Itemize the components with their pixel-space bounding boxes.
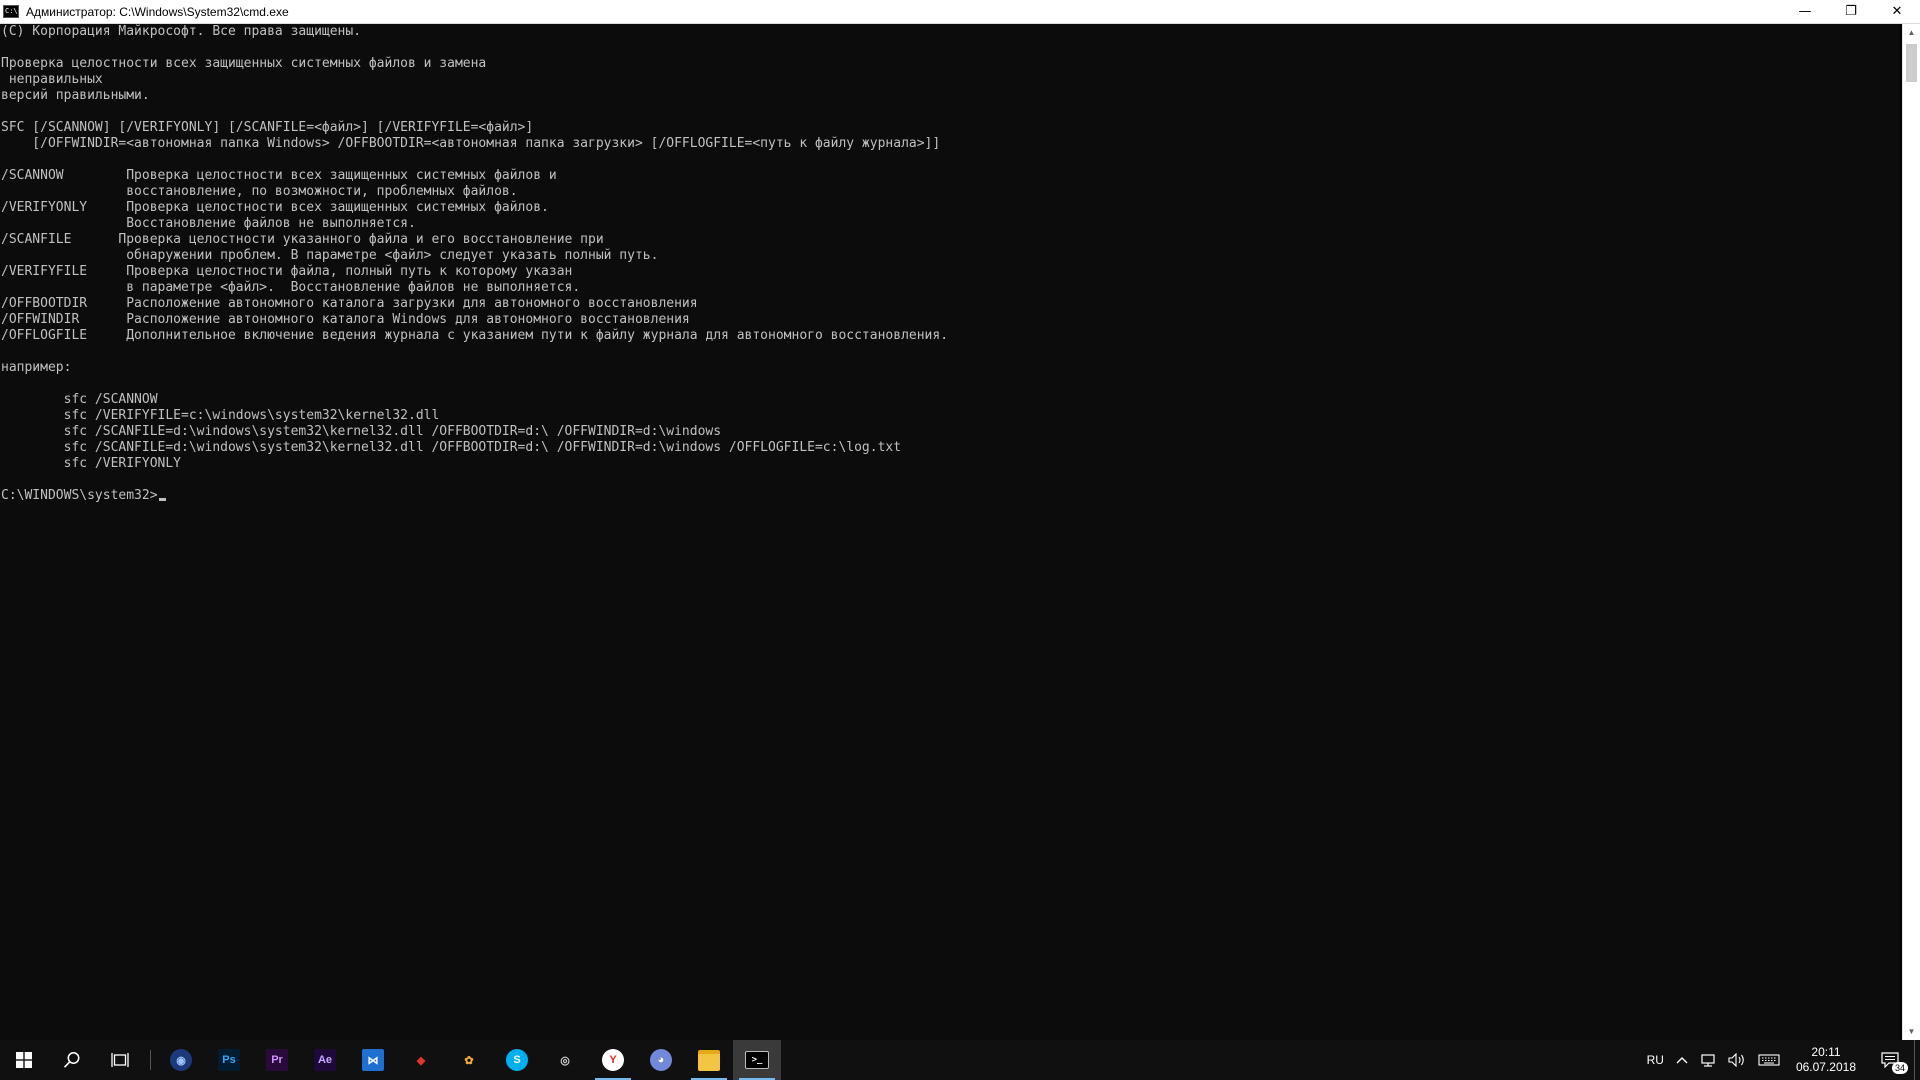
show-desktop-button[interactable] — [1914, 1040, 1920, 1080]
console-line: версий правильными. — [1, 88, 150, 103]
cmd-icon: >_ — [745, 1051, 769, 1069]
fl-studio-icon: ✿ — [458, 1049, 480, 1071]
cmd-app-icon: C:\ — [3, 5, 19, 18]
cinema4d-icon: ◉ — [170, 1049, 192, 1071]
task-view-icon — [111, 1053, 129, 1067]
taskbar-app-skype[interactable]: S — [493, 1040, 541, 1080]
console-line: /OFFBOOTDIR Расположение автономного кат… — [1, 296, 698, 311]
taskbar-app-photoshop[interactable]: Ps — [205, 1040, 253, 1080]
premiere-icon: Pr — [266, 1049, 288, 1071]
taskbar-app-after-effects[interactable]: Ae — [301, 1040, 349, 1080]
taskbar-app-git[interactable]: ◆ — [397, 1040, 445, 1080]
console-line: sfc /VERIFYONLY — [1, 456, 182, 471]
minimize-button[interactable]: — — [1782, 0, 1828, 23]
command-prompt-line[interactable]: C:\WINDOWS\system32> — [1, 488, 1900, 504]
console-line: [/OFFWINDIR=<автономная папка Windows> /… — [1, 136, 941, 151]
console-line: Проверка целостности всех защищенных сис… — [1, 56, 487, 71]
clock-time: 20:11 — [1811, 1045, 1841, 1059]
window-titlebar[interactable]: C:\ Администратор: C:\Windows\System32\c… — [0, 0, 1920, 24]
volume-button[interactable] — [1722, 1040, 1752, 1080]
scroll-up-arrow[interactable]: ▲ — [1903, 24, 1920, 41]
command-prompt: C:\WINDOWS\system32> — [1, 488, 158, 503]
taskbar-separator — [150, 1050, 151, 1070]
yandex-browser-icon: Y — [602, 1049, 624, 1071]
console-line: sfc /VERIFYFILE=c:\windows\system32\kern… — [1, 408, 440, 423]
taskbar-app-discord[interactable]: ◕ — [637, 1040, 685, 1080]
file-explorer-icon — [698, 1049, 720, 1071]
action-center-button[interactable]: 34 — [1866, 1040, 1914, 1080]
scroll-down-arrow[interactable]: ▼ — [1903, 1023, 1920, 1040]
clock[interactable]: 20:11 06.07.2018 — [1786, 1040, 1866, 1080]
taskbar-app-fl-studio[interactable]: ✿ — [445, 1040, 493, 1080]
console-line: /SCANNOW Проверка целостности всех защищ… — [1, 168, 557, 183]
window-controls: — ❐ ✕ — [1782, 0, 1920, 23]
notification-count-badge: 34 — [1891, 1062, 1908, 1074]
console-line: неправильных — [1, 72, 103, 87]
console-line: /SCANFILE Проверка целостности указанног… — [1, 232, 604, 247]
photoshop-icon: Ps — [218, 1049, 240, 1071]
skype-icon: S — [506, 1049, 528, 1071]
search-button[interactable] — [48, 1040, 96, 1080]
taskbar-apps: ◉ Ps Pr Ae ⋈ ◆ ✿ S ◎ Y ◕ >_ — [157, 1040, 781, 1080]
console-line: sfc /SCANFILE=d:\windows\system32\kernel… — [1, 424, 722, 439]
speaker-icon — [1728, 1053, 1744, 1067]
console-output[interactable]: (С) Корпорация Майкрософт. Все права защ… — [0, 24, 1900, 1040]
console-line: /OFFWINDIR Расположение автономного ката… — [1, 312, 690, 327]
keyboard-button[interactable] — [1752, 1040, 1786, 1080]
restore-button[interactable]: ❐ — [1828, 0, 1874, 23]
console-line: Восстановление файлов не выполняется. — [1, 216, 416, 231]
clock-date: 06.07.2018 — [1795, 1060, 1856, 1074]
network-button[interactable] — [1694, 1040, 1722, 1080]
taskbar-app-file-explorer[interactable] — [685, 1040, 733, 1080]
visual-studio-icon: ⋈ — [362, 1049, 384, 1071]
search-icon — [63, 1052, 80, 1068]
taskbar-app-premiere[interactable]: Pr — [253, 1040, 301, 1080]
window-title: Администратор: C:\Windows\System32\cmd.e… — [26, 4, 289, 19]
console-line: /VERIFYFILE Проверка целостности файла, … — [1, 264, 573, 279]
minimize-icon: — — [1798, 4, 1812, 19]
taskbar-app-cmd[interactable]: >_ — [733, 1040, 781, 1080]
console-line: (С) Корпорация Майкрософт. Все права защ… — [1, 24, 362, 39]
language-indicator[interactable]: RU — [1641, 1040, 1670, 1080]
taskbar-app-steam[interactable]: ◎ — [541, 1040, 589, 1080]
console-line: sfc /SCANNOW — [1, 392, 158, 407]
git-icon: ◆ — [410, 1049, 432, 1071]
windows-logo-icon — [16, 1052, 32, 1068]
start-button[interactable] — [0, 1040, 48, 1080]
taskbar-app-yandex-browser[interactable]: Y — [589, 1040, 637, 1080]
console-line: /VERIFYONLY Проверка целостности всех за… — [1, 200, 549, 215]
restore-icon: ❐ — [1845, 4, 1857, 19]
network-icon — [1701, 1054, 1715, 1067]
console-line: обнаружении проблем. В параметре <файл> … — [1, 248, 659, 263]
steam-icon: ◎ — [554, 1049, 576, 1071]
keyboard-icon — [1758, 1054, 1780, 1066]
discord-icon: ◕ — [650, 1049, 672, 1071]
taskbar-app-cinema4d[interactable]: ◉ — [157, 1040, 205, 1080]
console-text: (С) Корпорация Майкрософт. Все права защ… — [0, 24, 1900, 504]
chevron-up-icon — [1676, 1057, 1688, 1064]
taskbar-app-visual-studio[interactable]: ⋈ — [349, 1040, 397, 1080]
console-line: sfc /SCANFILE=d:\windows\system32\kernel… — [1, 440, 902, 455]
taskbar: ◉ Ps Pr Ae ⋈ ◆ ✿ S ◎ Y ◕ >_ RU 20:11 06.… — [0, 1040, 1920, 1080]
console-line: в параметре <файл>. Восстановление файло… — [1, 280, 581, 295]
show-hidden-icons-button[interactable] — [1670, 1040, 1694, 1080]
text-cursor — [158, 498, 166, 501]
after-effects-icon: Ae — [314, 1049, 336, 1071]
scroll-thumb[interactable] — [1906, 44, 1917, 82]
console-line: например: — [1, 360, 72, 375]
system-tray: RU 20:11 06.07.2018 34 — [1641, 1040, 1920, 1080]
vertical-scrollbar[interactable]: ▲ ▼ — [1902, 24, 1920, 1040]
task-view-button[interactable] — [96, 1040, 144, 1080]
close-button[interactable]: ✕ — [1874, 0, 1920, 23]
close-icon: ✕ — [1891, 4, 1903, 19]
console-line: SFC [/SCANNOW] [/VERIFYONLY] [/SCANFILE=… — [1, 120, 534, 135]
console-line: /OFFLOGFILE Дополнительное включение вед… — [1, 328, 949, 343]
console-line: восстановление, по возможности, проблемн… — [1, 184, 518, 199]
